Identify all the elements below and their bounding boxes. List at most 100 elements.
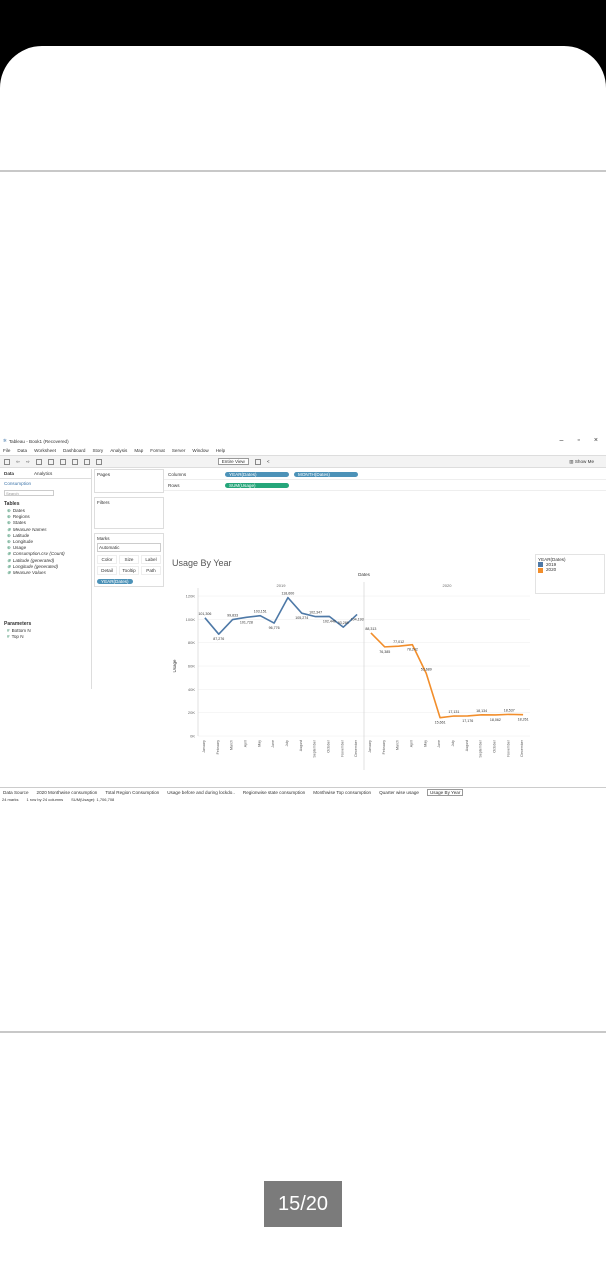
new-datasource-icon[interactable]	[47, 458, 54, 465]
data-label: 76,385	[379, 650, 390, 654]
new-sheet-icon[interactable]	[59, 458, 66, 465]
data-label: 53,689	[421, 667, 432, 671]
x-tick-label: April	[409, 740, 413, 747]
field-type-icon: ⊕	[7, 532, 11, 538]
sheet-tab[interactable]: Total Region Consumption	[105, 790, 159, 795]
mark-button-color[interactable]: Color	[97, 555, 117, 564]
x-tick-label: December	[520, 739, 524, 756]
swap-icon[interactable]	[71, 458, 78, 465]
legend-swatch	[538, 567, 543, 573]
sheet-tab[interactable]: Monthwise Top consumption	[313, 790, 371, 795]
sheet-tab[interactable]: Regionwise state consumption	[243, 790, 305, 795]
data-label: 99,833	[227, 614, 238, 618]
x-tick-label: October	[326, 739, 330, 753]
maximize-icon[interactable]: ▫	[577, 437, 579, 444]
menu-item-file[interactable]: File	[3, 448, 10, 453]
columns-shelf[interactable]: Columns YEAR(Dates) MONTH(Dates)	[164, 469, 606, 480]
field-type-icon: ⊕	[7, 539, 11, 545]
menu-item-map[interactable]: Map	[134, 448, 143, 453]
presentation-icon[interactable]	[254, 458, 261, 465]
highlight-icon[interactable]	[95, 458, 102, 465]
mark-button-path[interactable]: Path	[141, 566, 161, 575]
field-type-icon: ⊕	[7, 557, 11, 563]
forward-icon[interactable]: ⇨	[26, 459, 30, 465]
data-label: 78,242	[407, 648, 418, 652]
y-tick-label: 60K	[188, 664, 195, 669]
mark-button-size[interactable]: Size	[119, 555, 139, 564]
field-label: Consumption.csv (Count)	[12, 551, 65, 557]
x-tick-label: March	[230, 740, 234, 750]
sheet-tab[interactable]: 2020 Monthwise consumption	[37, 790, 98, 795]
chart-title: Usage By Year	[172, 558, 232, 568]
x-tick-label: September	[479, 739, 483, 757]
x-tick-label: November	[506, 739, 510, 756]
tableau-logo-icon[interactable]	[4, 458, 10, 465]
mark-type-select[interactable]: Automatic	[97, 543, 161, 552]
back-icon[interactable]: ⇦	[16, 459, 20, 465]
view-select[interactable]: Entire View	[217, 458, 249, 465]
mark-button-label[interactable]: Label	[141, 555, 161, 564]
menu-item-data[interactable]: Data	[17, 448, 27, 453]
menu-item-format[interactable]: Format	[150, 448, 165, 453]
data-label: 88,313	[365, 627, 376, 631]
legend-item-2020[interactable]: 2020	[538, 567, 602, 573]
legend: YEAR(Dates) 2019 2020	[535, 554, 605, 594]
rows-pill-usage[interactable]: SUM(Usage)	[225, 482, 289, 488]
shelves: Columns YEAR(Dates) MONTH(Dates) Rows SU…	[164, 469, 606, 493]
field-type-icon: ⊕	[7, 570, 11, 576]
field-label: Measure Names	[12, 526, 47, 532]
sheet-tab[interactable]: Usage before and during lockdo..	[167, 790, 235, 795]
tab-analytics[interactable]: Analytics	[34, 471, 52, 476]
tab-data[interactable]: Data	[4, 471, 14, 476]
data-label: 87,276	[213, 637, 224, 641]
menu-item-server[interactable]: Server	[172, 448, 186, 453]
data-label: 18,261	[518, 718, 529, 722]
data-label: 101,728	[240, 620, 253, 624]
data-label: 18,537	[504, 708, 515, 712]
sort-icon[interactable]	[83, 458, 90, 465]
columns-pill-month[interactable]: MONTH(Dates)	[294, 471, 358, 477]
minimize-icon[interactable]: –	[560, 437, 564, 444]
panel-header-2019: 2019	[277, 583, 287, 588]
sheet-tab[interactable]: Quarter wise usage	[379, 790, 419, 795]
menu-item-worksheet[interactable]: Worksheet	[34, 448, 56, 453]
sheet-tab[interactable]: Data Source	[3, 790, 29, 795]
field-type-icon: ⊕	[7, 520, 11, 526]
search-input[interactable]: Search	[4, 490, 54, 496]
y-tick-label: 80K	[188, 640, 195, 645]
field-label: Usage	[12, 545, 27, 551]
columns-pill-year[interactable]: YEAR(Dates)	[225, 471, 289, 477]
close-icon[interactable]: ×	[594, 437, 598, 444]
rows-shelf[interactable]: Rows SUM(Usage)	[164, 480, 606, 491]
top-divider	[0, 170, 606, 172]
menu-item-dashboard[interactable]: Dashboard	[63, 448, 85, 453]
panel-header-2020: 2020	[443, 583, 453, 588]
datasource-item[interactable]: Consumption	[0, 479, 91, 488]
mark-button-detail[interactable]: Detail	[97, 566, 117, 575]
mark-button-tooltip[interactable]: Tooltip	[119, 566, 139, 575]
menu-item-story[interactable]: Story	[92, 448, 103, 453]
data-label: 103,151	[254, 610, 267, 614]
x-tick-label: January	[202, 740, 206, 753]
x-tick-label: May	[257, 740, 261, 747]
save-icon[interactable]	[35, 458, 42, 465]
menu-item-help[interactable]: Help	[216, 448, 225, 453]
x-tick-label: February	[382, 740, 386, 755]
menu-item-analysis[interactable]: Analysis	[110, 448, 127, 453]
menu-item-window[interactable]: Window	[192, 448, 208, 453]
data-label: 101,306	[198, 612, 211, 616]
color-pill[interactable]: YEAR(Dates)	[97, 579, 133, 584]
show-me-button[interactable]: ▥ Show Me	[569, 459, 594, 465]
pages-card[interactable]: Pages	[94, 469, 164, 493]
parameter-item[interactable]: # Top N	[0, 634, 91, 640]
field-item[interactable]: ⊕ Measure Values	[0, 570, 91, 576]
x-tick-label: February	[216, 740, 220, 755]
filters-card[interactable]: Filters	[94, 497, 164, 529]
sheet-tab[interactable]: Usage By Year	[426, 788, 464, 796]
field-label: Dates	[12, 508, 25, 513]
parameters-heading: Parameters	[4, 621, 32, 628]
field-label: Latitude	[12, 532, 30, 538]
page-indicator: 15/20	[264, 1181, 342, 1227]
data-label: 102,440	[323, 619, 336, 623]
share-icon[interactable]: <	[267, 459, 270, 464]
